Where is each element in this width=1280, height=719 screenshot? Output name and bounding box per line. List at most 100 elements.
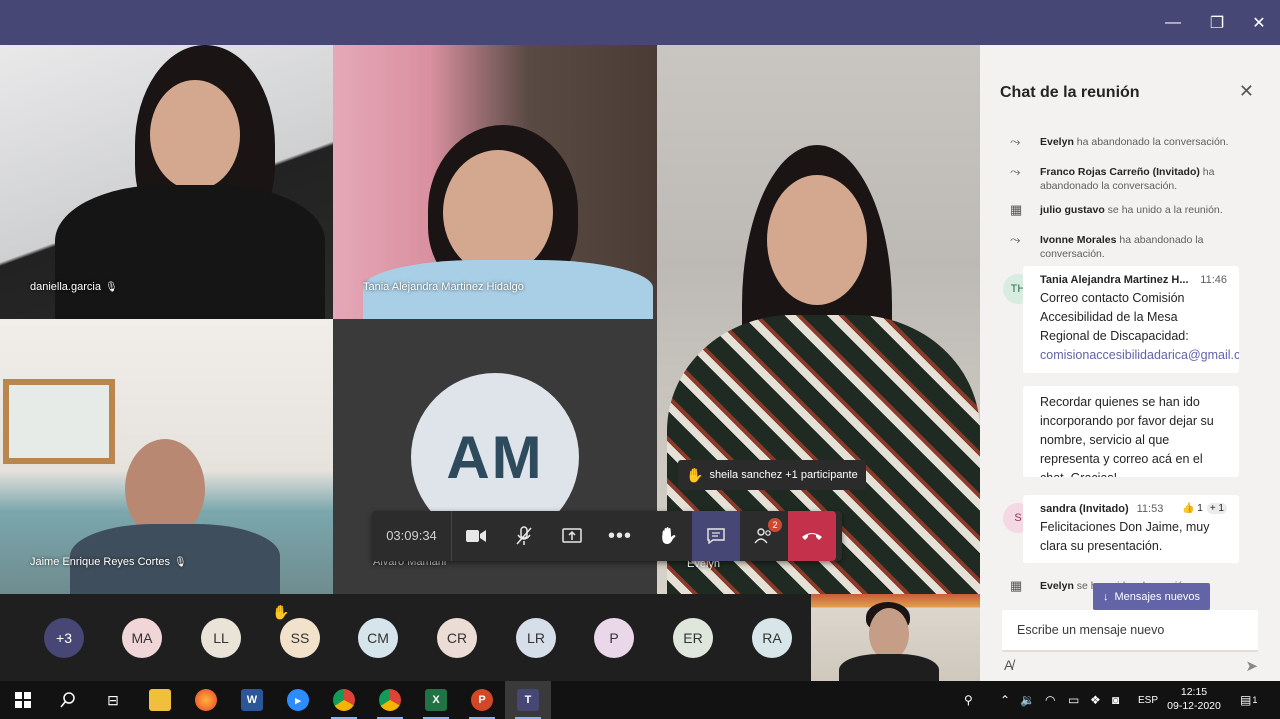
wifi-icon[interactable]: ◠ [1045,681,1055,719]
participants-badge: 2 [768,518,782,532]
leave-icon: ⤳ [1010,232,1021,247]
mic-off-icon: 🎙 [174,557,187,568]
chat-panel: Chat de la reunión ✕ ⤳ Evelyn ha abandon… [980,45,1280,681]
wall-mirror [3,379,115,464]
close-icon: ✕ [1238,81,1254,101]
video-stage: daniella.garcia 🎙 Tania Alejandra Martine… [0,45,980,681]
video-tile-jaime[interactable]: Jaime Enrique Reyes Cortes 🎙 [0,319,333,594]
taskbar-clock[interactable]: 12:15 09-12-2020 [1164,685,1224,713]
close-window-button[interactable]: ✕ [1238,0,1280,45]
message-time: 11:53 [1136,503,1164,515]
join-icon: ▦ [1010,202,1023,217]
system-message: ⤳ Ivonne Morales ha abandonado la conver… [1010,232,1204,261]
system-message: ▦ julio gustavo se ha unido a la reunión… [1010,202,1223,217]
chat-title: Chat de la reunión [1000,84,1140,101]
people-icon[interactable]: ⚲ [964,681,973,719]
word-icon: W [241,689,263,711]
participants-button[interactable]: 2 [740,511,788,561]
notification-count: 1 [1252,695,1258,705]
mic-off-icon [516,526,532,545]
teams-button[interactable]: T [505,681,551,719]
chrome-profile-button[interactable] [367,681,413,719]
firefox-icon [195,689,217,711]
minimize-button[interactable]: — [1152,0,1194,45]
participant-avatar[interactable]: ER [673,618,713,658]
video-tile-tania[interactable]: Tania Alejandra Martinez Hidalgo [333,45,657,319]
battery-icon[interactable]: ▭ [1068,681,1079,719]
message-time: 11:46 [1200,274,1227,286]
chrome-icon [333,689,355,711]
close-chat-button[interactable]: ✕ [1239,81,1254,102]
raise-hand-banner: ✋ sheila sanchez +1 participante [678,460,866,490]
more-options-button[interactable]: ••• [596,511,644,561]
start-button[interactable] [0,681,46,719]
participant-avatar[interactable]: LL [201,618,241,658]
message-text: Correo contacto Comisión Accesibilidad d… [1040,289,1239,365]
participant-avatar[interactable]: CM [358,618,398,658]
message-text: Recordar quienes se han ido incorporando… [1040,395,1214,477]
teams-icon: T [517,689,539,711]
folder-icon [149,689,171,711]
camera-button[interactable] [452,511,500,561]
participant-avatar[interactable]: MA [122,618,162,658]
like-reaction[interactable]: 👍 1 [1182,503,1203,514]
person-body [839,654,939,681]
format-button[interactable]: A̸ [1004,657,1013,673]
call-timer: 03:09:34 [372,511,452,561]
mute-button[interactable] [500,511,548,561]
powerpoint-button[interactable]: P [459,681,505,719]
camera-icon [466,530,486,542]
chat-message[interactable]: sandra (Invitado) 11:53 👍 1 + 1 Felicitaci… [1023,495,1239,563]
zoom-button[interactable]: ▸ [275,681,321,719]
dropbox-icon[interactable]: ❖ [1090,681,1101,719]
firefox-button[interactable] [183,681,229,719]
language-indicator[interactable]: ESP [1138,681,1158,719]
chevron-up-icon[interactable]: ⌃ [1000,681,1010,719]
chrome-button[interactable] [321,681,367,719]
email-link[interactable]: comisionaccesibilidadarica@gmail.com [1040,348,1239,362]
leave-icon: ⤳ [1010,134,1021,149]
chat-button[interactable] [692,511,740,561]
task-view-icon: ⊟ [107,691,119,708]
raise-hand-button[interactable]: ✋ [644,511,692,561]
participant-avatar[interactable]: RA [752,618,792,658]
hang-up-icon [802,533,822,540]
file-explorer-button[interactable] [137,681,183,719]
leave-icon: ⤳ [1010,164,1021,179]
participant-avatar[interactable]: CR [437,618,477,658]
word-button[interactable]: W [229,681,275,719]
new-messages-button[interactable]: ↓ Mensajes nuevos [1093,583,1210,610]
share-screen-button[interactable] [548,511,596,561]
new-messages-label: Mensajes nuevos [1114,590,1201,603]
volume-icon[interactable]: 🔉 [1020,681,1035,719]
hang-up-button[interactable] [788,511,836,561]
participant-avatar[interactable]: P [594,618,634,658]
send-button[interactable]: ➤ [1245,657,1258,675]
participant-avatar[interactable]: SS [280,618,320,658]
app-tray-icon[interactable]: ◙ [1112,681,1119,719]
share-icon [562,528,582,543]
excel-button[interactable]: X [413,681,459,719]
system-message: ⤳ Franco Rojas Carreño (Invitado) ha aba… [1010,164,1215,193]
self-view[interactable] [811,594,980,681]
video-tile-daniella[interactable]: daniella.garcia 🎙 [0,45,333,319]
message-input[interactable] [1002,610,1258,650]
join-icon: ▦ [1010,578,1023,593]
maximize-button[interactable]: ❐ [1196,0,1238,45]
raise-hand-text: sheila sanchez +1 participante [709,469,858,481]
participant-name: daniella.garcia 🎙 [30,281,118,293]
clock-time: 12:15 [1180,686,1208,698]
chat-icon [707,528,725,544]
participant-avatar[interactable]: LR [516,618,556,658]
task-view-button[interactable]: ⊟ [90,681,136,719]
person-face [443,150,553,275]
add-reaction[interactable]: + 1 [1206,503,1227,514]
search-button[interactable] [45,681,91,719]
notifications-button[interactable]: ▤ 1 [1240,681,1257,719]
title-bar: — ❐ ✕ [0,0,1280,45]
chat-message[interactable]: Recordar quienes se han ido incorporando… [1023,386,1239,477]
participant-avatar[interactable]: +3 [44,618,84,658]
person-body [55,185,325,319]
chat-message[interactable]: Tania Alejandra Martinez H... 11:46 Corre… [1023,266,1239,373]
raised-hand-icon: ✋ [272,604,290,620]
